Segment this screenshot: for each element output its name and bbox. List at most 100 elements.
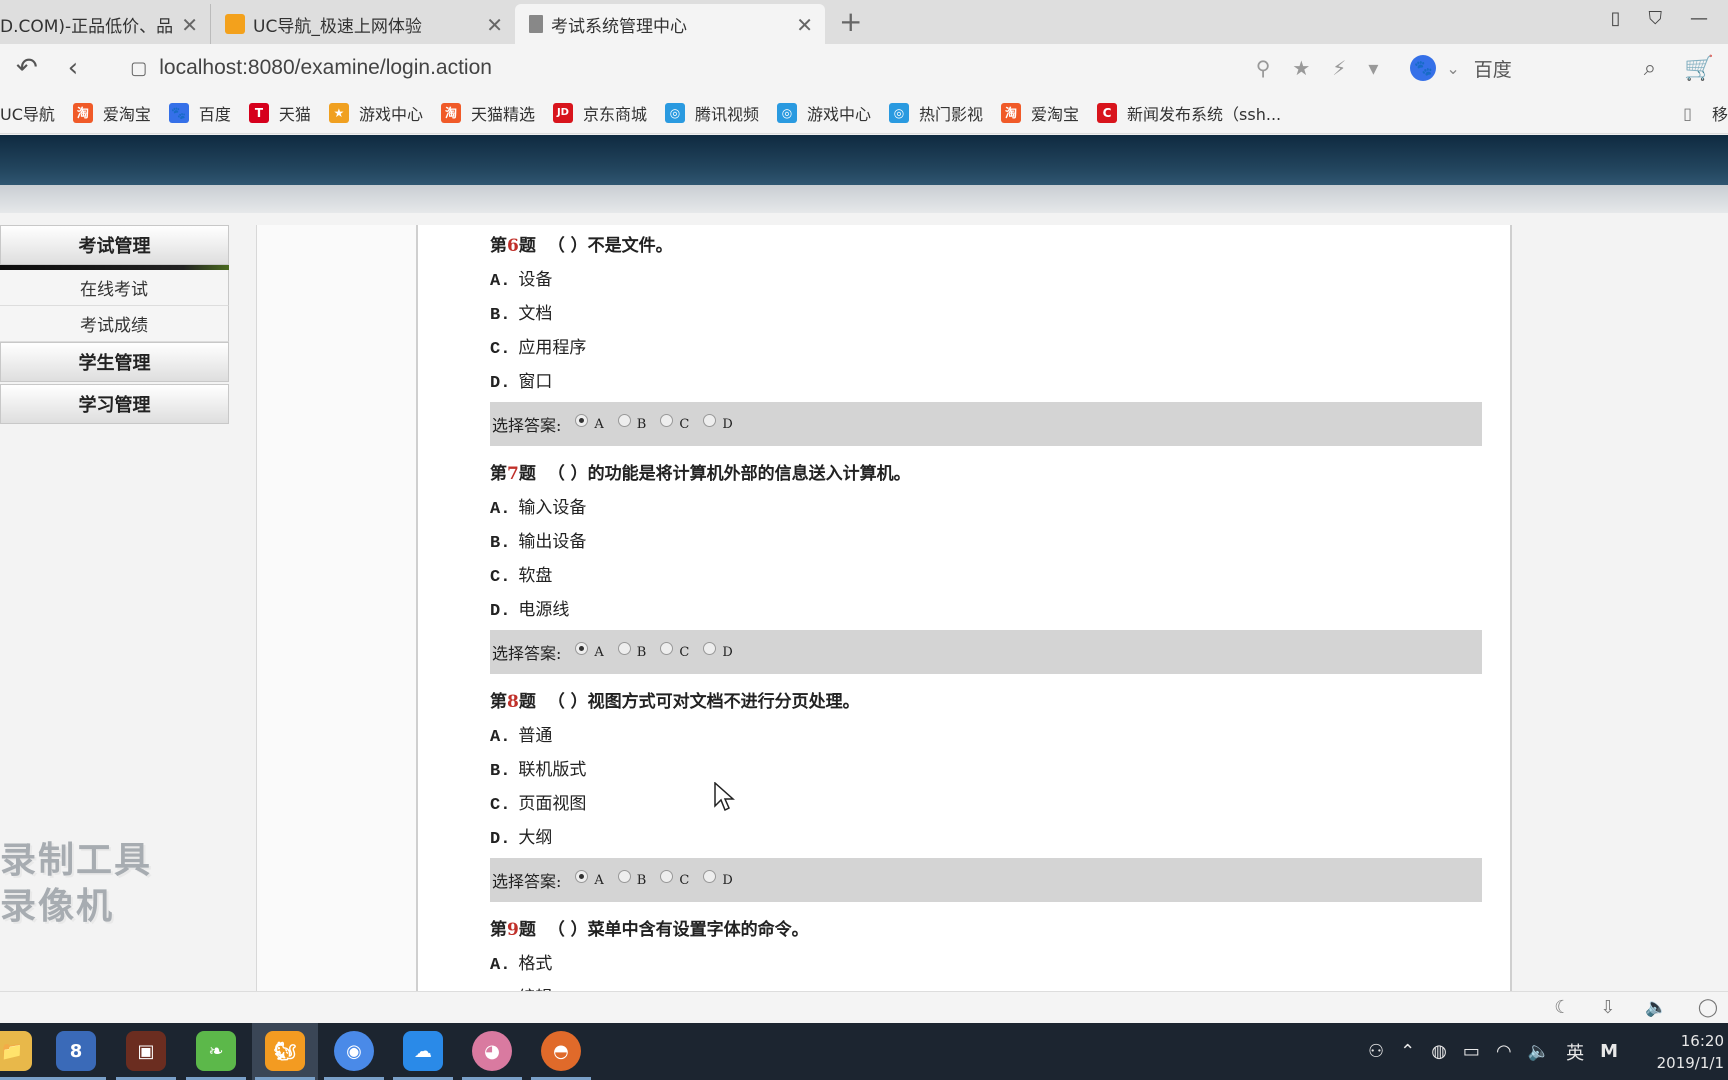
download-icon[interactable]: ⇩ [1600, 997, 1615, 1018]
chevron-down-icon[interactable]: ⌄ [1446, 59, 1459, 78]
volume-icon[interactable]: 🔈 [1645, 997, 1667, 1018]
night-mode-icon[interactable]: ☾ [1554, 997, 1570, 1018]
bookmark-item[interactable]: 淘爱淘宝 [1001, 101, 1079, 125]
star-icon[interactable]: ★ [1292, 56, 1310, 80]
radio-b[interactable]: B [617, 641, 647, 660]
bookmark-item[interactable]: ◎ 游戏中心 [777, 101, 871, 125]
close-icon[interactable]: ✕ [486, 13, 503, 37]
file-explorer-icon[interactable]: 📁 [0, 1031, 32, 1071]
bookmark-item[interactable]: C 新闻发布系统（ssh... [1097, 101, 1281, 125]
radio-dot[interactable] [575, 869, 589, 883]
radio-dot[interactable] [575, 413, 589, 427]
battery-icon[interactable]: ▭ [1463, 1041, 1480, 1062]
qq-icon[interactable]: ◍ [1431, 1041, 1447, 1062]
pink-app-icon[interactable]: ◕ [472, 1031, 512, 1071]
clock[interactable]: 16:20 2019/1/1 [1652, 1030, 1728, 1074]
mobile-icon[interactable]: ▯ [1683, 104, 1692, 123]
undo-icon[interactable]: ↶ [16, 53, 38, 83]
bookmark-label: 爱淘宝 [1031, 104, 1080, 124]
browser-tab-3-active[interactable]: 考试系统管理中心 ✕ [515, 4, 825, 44]
minimize-icon[interactable]: — [1690, 8, 1708, 29]
radio-c[interactable]: C [660, 413, 690, 432]
option-a: A. 设备 [490, 265, 1490, 299]
browser-tab-1[interactable]: D.COM)-正品低价、品 ✕ [0, 4, 210, 44]
people-icon[interactable]: ⚇ [1368, 1041, 1384, 1062]
bookmark-item[interactable]: 🐾 百度 [168, 101, 231, 125]
bookmark-uc-nav[interactable]: UC导航 [0, 101, 55, 125]
system-tray: ⚇ ⌃ ◍ ▭ ◠ 🔈 英 M 16:20 2019/1/1 [1368, 1023, 1728, 1080]
radio-dot[interactable] [703, 641, 717, 655]
radio-d[interactable]: D [703, 869, 733, 888]
radio-dot[interactable] [617, 641, 631, 655]
chrome-icon[interactable]: ◉ [334, 1031, 374, 1071]
zoom-icon[interactable]: ◯ [1698, 997, 1718, 1018]
video-editor-icon[interactable]: ▣ [126, 1031, 166, 1071]
game-star-icon: ★ [328, 102, 349, 123]
m-app-icon[interactable]: M [1600, 1041, 1618, 1062]
radio-dot[interactable] [703, 413, 717, 427]
windows-taskbar: 📁 8 ▣ ❧ 🐿 ◉ ☁ ◕ ◓ ⚇ ⌃ ◍ ▭ ◠ 🔈 英 M 16:20 … [0, 1023, 1728, 1080]
lightning-icon[interactable]: ⚡ [1332, 56, 1346, 80]
back-icon[interactable]: ‹ [68, 53, 78, 83]
dropdown-icon[interactable]: ▾ [1368, 56, 1378, 80]
browser-tab-2[interactable]: UC导航_极速上网体验 ✕ [210, 4, 515, 44]
uc-browser-icon[interactable]: 🐿 [265, 1031, 305, 1071]
bookmark-item[interactable]: JD 京东商城 [552, 101, 647, 125]
radio-d[interactable]: D [703, 413, 733, 432]
radio-b[interactable]: B [617, 413, 646, 432]
bookmark-item[interactable]: ◎ 腾讯视频 [664, 101, 759, 125]
radio-a[interactable]: A [575, 869, 604, 888]
bookmark-item[interactable]: 淘天猫精选 [440, 101, 535, 125]
baidu-netdisk-icon[interactable]: ☁ [403, 1031, 443, 1071]
bookmark-item[interactable]: 淘爱淘宝 [72, 101, 151, 125]
bookmark-item[interactable]: ◎ 热门影视 [889, 101, 983, 125]
wifi-icon[interactable]: ◠ [1496, 1041, 1512, 1062]
pin-icon[interactable]: ⚲ [1256, 56, 1271, 80]
radio-d[interactable]: D [703, 641, 733, 660]
bookmark-item[interactable]: ★ 游戏中心 [328, 101, 423, 125]
sidebar-group-study[interactable]: 学习管理 [0, 384, 229, 424]
skin-icon[interactable]: ⛉ [1649, 8, 1663, 29]
close-icon[interactable]: ✕ [181, 13, 198, 37]
radio-dot[interactable] [703, 869, 717, 883]
radio-c[interactable]: C [660, 869, 689, 888]
app-8-icon[interactable]: 8 [56, 1031, 96, 1071]
question-number: 6 [507, 236, 519, 256]
radio-c[interactable]: C [660, 641, 689, 660]
question-text: （ ）视图方式可对文档不进行分页处理。 [547, 692, 860, 712]
radio-dot[interactable] [617, 869, 631, 883]
url-field[interactable]: localhost:8080/examine/login.action [159, 56, 492, 80]
sidebar-item-exam-scores[interactable]: 考试成绩 [0, 306, 229, 342]
radio-dot[interactable] [575, 641, 589, 655]
speaker-icon[interactable]: 🔈 [1528, 1041, 1550, 1062]
close-icon[interactable]: ✕ [796, 13, 813, 37]
green-app-icon[interactable]: ❧ [196, 1031, 236, 1071]
radio-dot[interactable] [660, 641, 674, 655]
new-tab-button[interactable]: + [839, 5, 862, 38]
sidebar-group-exam[interactable]: 考试管理 [0, 225, 229, 265]
q-suffix: 题 [518, 236, 536, 256]
sidebar-group-students[interactable]: 学生管理 [0, 342, 229, 382]
question-6: 第6题 （ ）不是文件。 A. 设备 B. 文档 C. 应用程序 D. 窗口 [490, 231, 1490, 401]
bookmark-overflow[interactable]: 移 [1712, 101, 1728, 125]
radio-label: B [636, 644, 647, 660]
radio-a[interactable]: A [575, 413, 604, 432]
radio-dot[interactable] [660, 869, 674, 883]
option-letter: C. [490, 340, 511, 359]
sidebar-item-online-exam[interactable]: 在线考试 [0, 270, 229, 306]
tile-windows-icon[interactable]: ▯ [1611, 8, 1621, 29]
orange-app-icon[interactable]: ◓ [541, 1031, 581, 1071]
search-input[interactable]: 百度 [1474, 55, 1634, 82]
baidu-paw-icon[interactable]: 🐾 [1410, 55, 1437, 81]
search-icon[interactable]: ⌕ [1644, 56, 1656, 81]
radio-dot[interactable] [617, 413, 631, 427]
radio-dot[interactable] [660, 413, 674, 427]
ime-indicator[interactable]: 英 [1566, 1039, 1584, 1065]
bookmark-item[interactable]: T 天猫 [248, 101, 311, 125]
radio-label: C [679, 416, 690, 432]
cart-icon[interactable]: 🛒 [1684, 54, 1714, 82]
chevron-up-icon[interactable]: ⌃ [1400, 1041, 1415, 1062]
option-text: 文档 [518, 304, 553, 324]
radio-a[interactable]: A [575, 641, 604, 660]
radio-b[interactable]: B [617, 869, 646, 888]
